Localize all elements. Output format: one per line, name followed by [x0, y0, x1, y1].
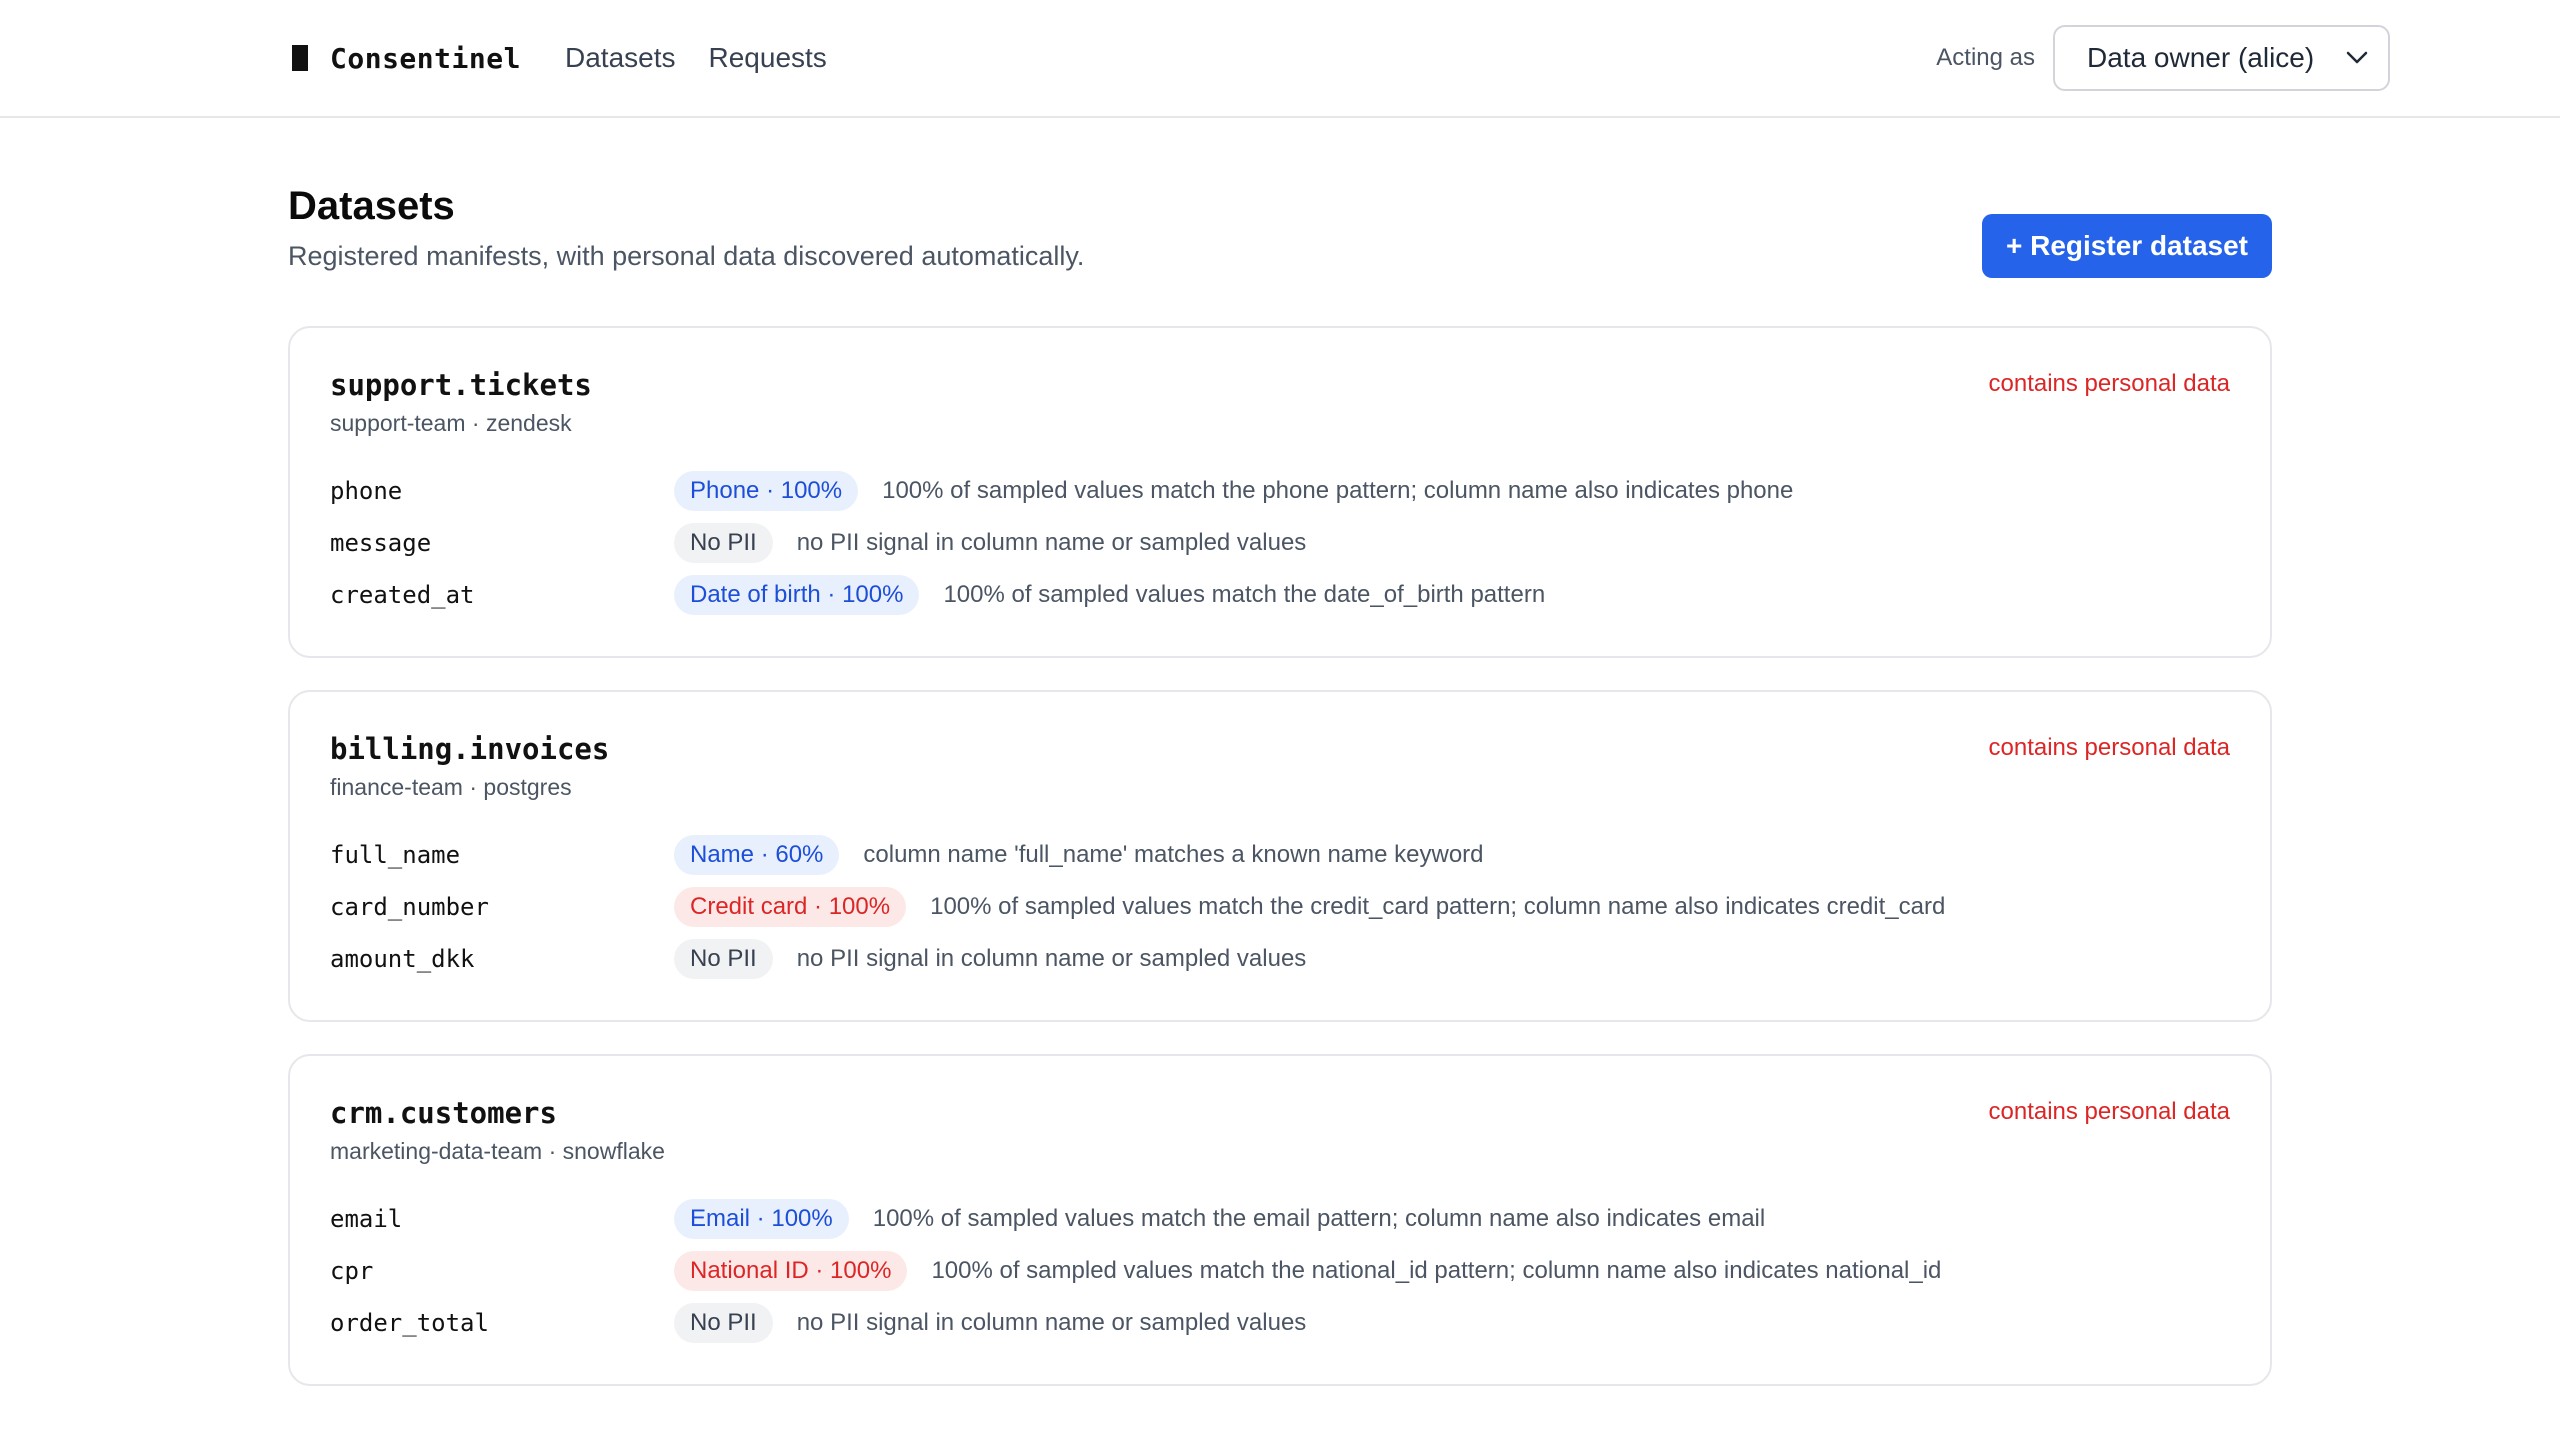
dataset-name: billing.invoices: [330, 732, 610, 766]
column-row: amount_dkk No PII no PII signal in colum…: [330, 933, 2230, 985]
role-select[interactable]: Data owner (alice): [2053, 25, 2390, 91]
column-name: phone: [330, 477, 403, 505]
column-row: email Email · 100% 100% of sampled value…: [330, 1193, 2230, 1245]
dataset-list: support.tickets support-team · zendesk c…: [288, 326, 2272, 1418]
acting-as: Acting as Data owner (alice): [1936, 0, 2390, 116]
dataset-card: billing.invoices finance-team · postgres…: [288, 690, 2272, 1022]
dataset-name: crm.customers: [330, 1096, 557, 1130]
top-bar: Consentinel Datasets Requests Acting as …: [0, 0, 2560, 118]
pii-reason: no PII signal in column name or sampled …: [796, 529, 1307, 556]
pii-reason: no PII signal in column name or sampled …: [796, 945, 1307, 972]
column-row: created_at Date of birth · 100% 100% of …: [330, 569, 2230, 621]
column-row: message No PII no PII signal in column n…: [330, 517, 2230, 569]
column-name: email: [330, 1205, 403, 1233]
pii-chip: Phone · 100%: [674, 471, 859, 511]
column-name: amount_dkk: [330, 945, 475, 973]
pii-reason: column name 'full_name' matches a known …: [863, 841, 1484, 868]
column-name: created_at: [330, 581, 475, 609]
acting-as-label: Acting as: [1936, 44, 2035, 71]
personal-data-flag: contains personal data: [1988, 370, 2231, 397]
register-dataset-button[interactable]: + Register dataset: [1982, 214, 2272, 278]
column-name: message: [330, 529, 432, 557]
pii-chip: Name · 60%: [674, 835, 840, 875]
page-title: Datasets: [288, 184, 455, 228]
nav-link-requests[interactable]: Requests: [709, 42, 827, 74]
dataset-name: support.tickets: [330, 368, 592, 402]
column-name: full_name: [330, 841, 461, 869]
column-row: full_name Name · 60% column name 'full_n…: [330, 829, 2230, 881]
pii-reason: 100% of sampled values match the credit_…: [930, 893, 1946, 920]
pii-reason: no PII signal in column name or sampled …: [796, 1309, 1307, 1336]
personal-data-flag: contains personal data: [1988, 734, 2231, 761]
column-row: phone Phone · 100% 100% of sampled value…: [330, 465, 2230, 517]
column-row: card_number Credit card · 100% 100% of s…: [330, 881, 2230, 933]
pii-chip: No PII: [674, 1303, 773, 1343]
column-row: order_total No PII no PII signal in colu…: [330, 1297, 2230, 1349]
main-nav: Datasets Requests: [565, 0, 827, 116]
pii-reason: 100% of sampled values match the phone p…: [882, 477, 1794, 504]
chevron-down-icon: [2346, 51, 2368, 65]
app-name: Consentinel: [330, 41, 521, 75]
logo-icon: [292, 45, 308, 71]
column-list: phone Phone · 100% 100% of sampled value…: [330, 465, 2230, 621]
pii-reason: 100% of sampled values match the date_of…: [943, 581, 1546, 608]
page-header: Datasets Registered manifests, with pers…: [288, 184, 2272, 278]
column-name: cpr: [330, 1257, 374, 1285]
pii-chip: Date of birth · 100%: [674, 575, 920, 615]
column-name: order_total: [330, 1309, 489, 1337]
dataset-card: support.tickets support-team · zendesk c…: [288, 326, 2272, 658]
column-list: email Email · 100% 100% of sampled value…: [330, 1193, 2230, 1349]
pii-reason: 100% of sampled values match the nationa…: [931, 1257, 1942, 1284]
dataset-owner: finance-team · postgres: [330, 774, 572, 800]
pii-chip: National ID · 100%: [674, 1251, 908, 1291]
brand[interactable]: Consentinel: [292, 0, 521, 116]
pii-chip: Credit card · 100%: [674, 887, 907, 927]
pii-chip: No PII: [674, 939, 773, 979]
role-select-value: Data owner (alice): [2087, 42, 2315, 73]
pii-reason: 100% of sampled values match the email p…: [872, 1205, 1766, 1232]
dataset-owner: marketing-data-team · snowflake: [330, 1138, 665, 1164]
page-subtitle: Registered manifests, with personal data…: [288, 241, 1085, 271]
pii-chip: Email · 100%: [674, 1199, 849, 1239]
nav-link-datasets[interactable]: Datasets: [565, 42, 676, 74]
column-row: cpr National ID · 100% 100% of sampled v…: [330, 1245, 2230, 1297]
column-name: card_number: [330, 893, 489, 921]
personal-data-flag: contains personal data: [1988, 1098, 2231, 1125]
column-list: full_name Name · 60% column name 'full_n…: [330, 829, 2230, 985]
dataset-card: crm.customers marketing-data-team · snow…: [288, 1054, 2272, 1386]
dataset-owner: support-team · zendesk: [330, 410, 572, 436]
pii-chip: No PII: [674, 523, 773, 563]
